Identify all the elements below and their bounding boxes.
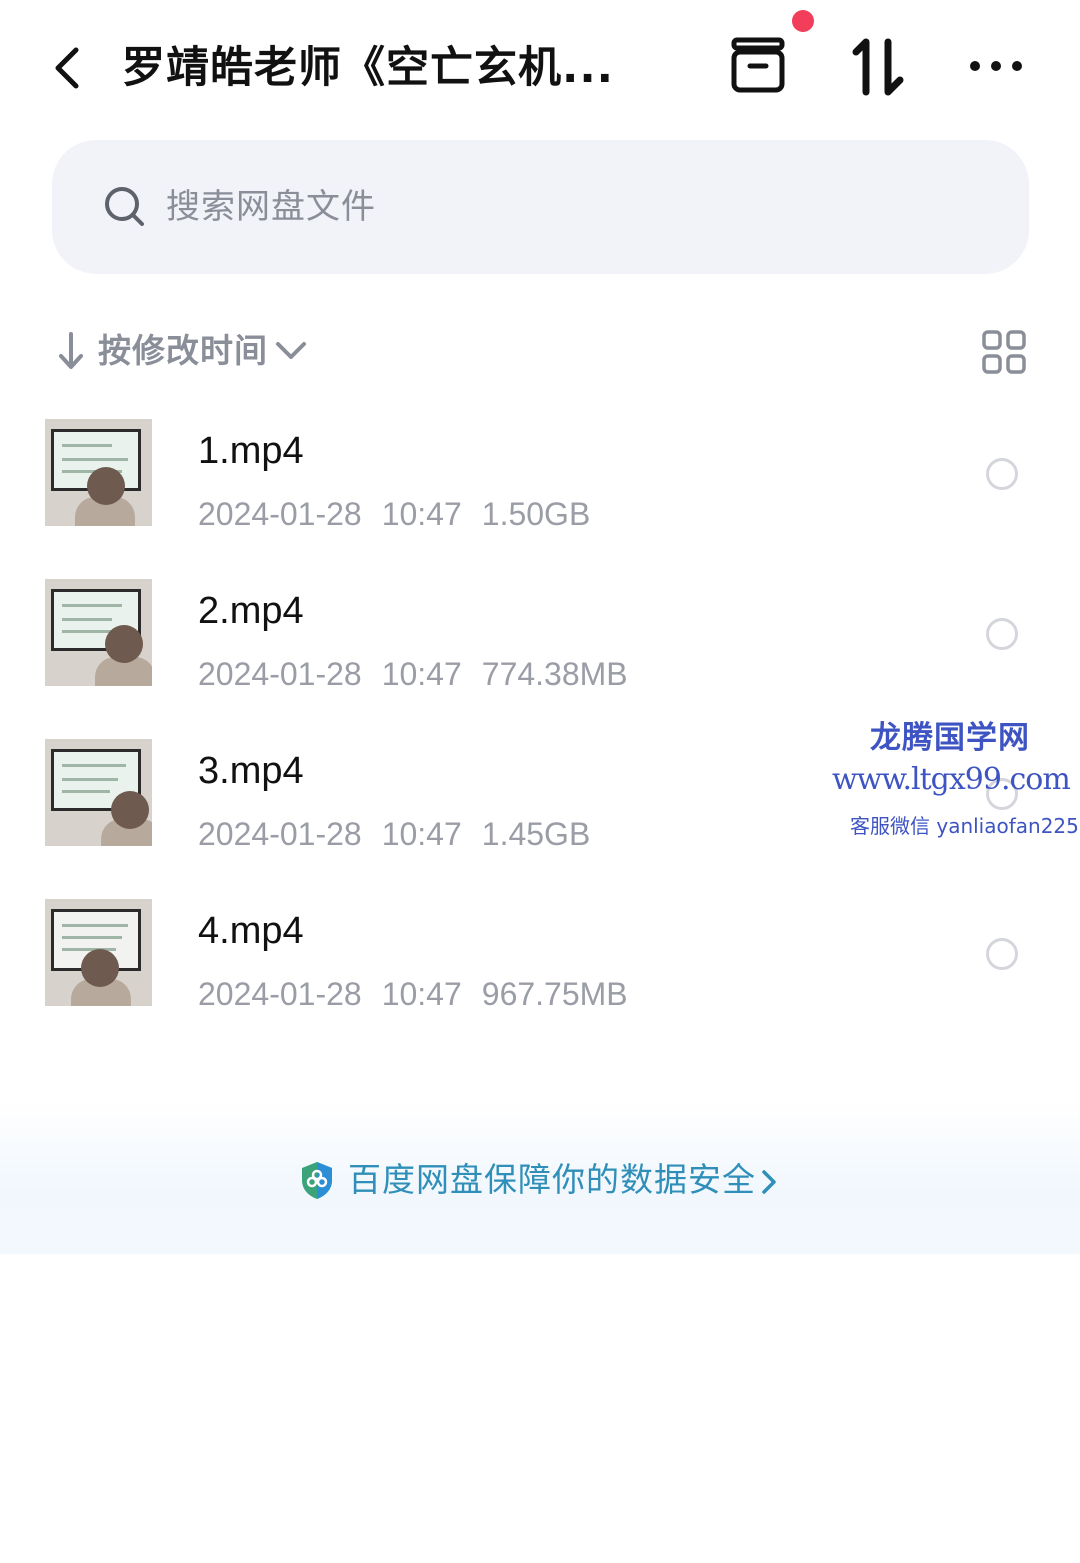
archive-icon: [731, 37, 785, 93]
back-button[interactable]: [44, 40, 94, 96]
more-icon: [970, 61, 1022, 71]
file-row[interactable]: 1.mp4 2024-01-28 10:47 1.50GB: [0, 400, 1080, 560]
file-size: 774.38MB: [481, 656, 628, 692]
file-size: 1.45GB: [481, 816, 591, 852]
page-title: 罗靖皓老师《空亡玄机...: [122, 43, 615, 93]
file-name: 3.mp4: [198, 750, 304, 792]
file-name: 4.mp4: [198, 910, 304, 952]
file-meta: 2024-01-28 10:47 1.45GB: [198, 816, 610, 853]
more-button[interactable]: [966, 48, 1028, 84]
select-radio[interactable]: [986, 778, 1018, 810]
file-time: 10:47: [381, 496, 462, 532]
security-banner: 百度网盘保障你的数据安全: [0, 1100, 1080, 1254]
file-size: 967.75MB: [481, 976, 628, 1012]
file-date: 2024-01-28: [198, 496, 362, 532]
transfer-sort-button[interactable]: [848, 36, 908, 98]
sort-icon: [852, 38, 904, 96]
archive-button[interactable]: [728, 36, 790, 96]
file-meta: 2024-01-28 10:47 1.50GB: [198, 496, 610, 533]
file-name: 1.mp4: [198, 430, 304, 472]
video-thumbnail: [45, 579, 152, 686]
file-size: 1.50GB: [481, 496, 591, 532]
sort-dropdown[interactable]: 按修改时间: [98, 318, 268, 384]
file-date: 2024-01-28: [198, 656, 362, 692]
notification-dot: [792, 10, 814, 32]
shield-icon: [302, 1162, 332, 1199]
file-date: 2024-01-28: [198, 816, 362, 852]
sort-bar: 按修改时间: [56, 318, 1036, 384]
select-radio[interactable]: [986, 618, 1018, 650]
chevron-right-icon: [762, 1170, 776, 1194]
select-radio[interactable]: [986, 938, 1018, 970]
security-text: 百度网盘保障你的数据安全: [348, 1160, 756, 1199]
file-time: 10:47: [381, 816, 462, 852]
select-radio[interactable]: [986, 458, 1018, 490]
grid-icon: [982, 330, 1026, 374]
search-input[interactable]: 搜索网盘文件: [52, 140, 1029, 274]
grid-view-button[interactable]: [982, 330, 1026, 374]
file-time: 10:47: [381, 976, 462, 1012]
file-date: 2024-01-28: [198, 976, 362, 1012]
file-meta: 2024-01-28 10:47 967.75MB: [198, 976, 648, 1013]
search-placeholder: 搜索网盘文件: [166, 187, 376, 227]
file-meta: 2024-01-28 10:47 774.38MB: [198, 656, 648, 693]
file-time: 10:47: [381, 656, 462, 692]
file-name: 2.mp4: [198, 590, 304, 632]
file-row[interactable]: 4.mp4 2024-01-28 10:47 967.75MB: [0, 880, 1080, 1040]
file-row[interactable]: 2.mp4 2024-01-28 10:47 774.38MB: [0, 560, 1080, 720]
file-row[interactable]: 3.mp4 2024-01-28 10:47 1.45GB: [0, 720, 1080, 880]
search-icon: [105, 187, 144, 226]
back-icon: [55, 47, 79, 89]
top-bar: 罗靖皓老师《空亡玄机...: [0, 0, 1080, 130]
video-thumbnail: [45, 419, 152, 526]
chevron-down-icon[interactable]: [274, 336, 308, 366]
video-thumbnail: [45, 899, 152, 1006]
video-thumbnail: [45, 739, 152, 846]
arrow-down-icon[interactable]: [56, 330, 86, 372]
